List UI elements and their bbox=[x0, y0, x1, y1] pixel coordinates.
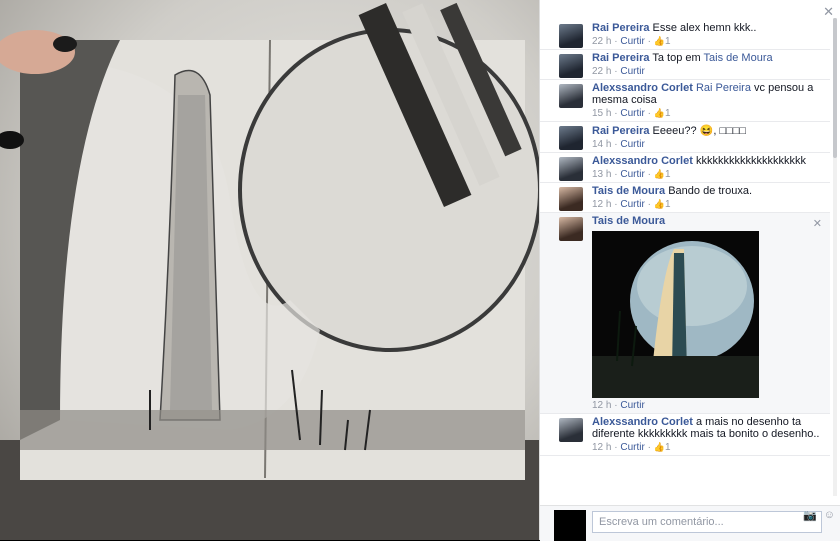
attached-photo[interactable] bbox=[592, 231, 759, 398]
comment-meta: 12 h · Curtir · 👍1 bbox=[592, 442, 824, 453]
like-link[interactable]: Curtir bbox=[620, 199, 644, 210]
separator: · bbox=[614, 442, 618, 453]
separator: · bbox=[614, 36, 618, 47]
comment-mention[interactable]: Tais de Moura bbox=[704, 52, 773, 64]
avatar[interactable] bbox=[559, 24, 583, 48]
camera-icon[interactable]: 📷 bbox=[803, 509, 817, 522]
thumbs-up-icon[interactable]: 👍 bbox=[654, 108, 665, 119]
like-count[interactable]: 1 bbox=[665, 36, 671, 47]
avatar bbox=[554, 510, 586, 541]
comment-meta: 15 h · Curtir · 👍1 bbox=[592, 108, 824, 119]
comment-author[interactable]: Rai Pereira bbox=[592, 52, 649, 64]
comment-author[interactable]: Alexssandro Corlet bbox=[592, 155, 693, 167]
comment-author[interactable]: Tais de Moura bbox=[592, 185, 665, 197]
remove-comment-icon[interactable]: ✕ bbox=[813, 217, 822, 230]
attached-photo-drawing bbox=[592, 241, 759, 398]
comment-time[interactable]: 22 h bbox=[592, 36, 611, 47]
comment-time[interactable]: 15 h bbox=[592, 108, 611, 119]
comment-author[interactable]: Tais de Moura bbox=[592, 215, 665, 227]
comment-input-placeholder: Escreva um comentário... bbox=[599, 516, 724, 528]
scrollbar[interactable] bbox=[833, 18, 837, 496]
separator: · bbox=[614, 139, 618, 150]
comment-time[interactable]: 12 h bbox=[592, 442, 611, 453]
avatar[interactable] bbox=[559, 217, 583, 241]
thumbs-up-icon[interactable]: 👍 bbox=[654, 442, 665, 453]
avatar[interactable] bbox=[559, 84, 583, 108]
like-count[interactable]: 1 bbox=[665, 108, 671, 119]
like-link[interactable]: Curtir bbox=[620, 442, 644, 453]
comment: Tais de Moura Bando de trouxa. 12 h · Cu… bbox=[540, 183, 830, 213]
separator: · bbox=[647, 199, 651, 210]
comment-with-photo: ✕ Tais de Moura 12 h · Curtir bbox=[540, 213, 830, 414]
comment-input[interactable]: Escreva um comentário... bbox=[592, 511, 822, 533]
comment-text: Bando de trouxa. bbox=[668, 185, 753, 197]
comment-meta: 14 h · Curtir bbox=[592, 139, 824, 150]
comment-mention[interactable]: Rai Pereira bbox=[696, 82, 751, 94]
comment-time[interactable]: 12 h bbox=[592, 400, 611, 411]
like-link[interactable]: Curtir bbox=[620, 139, 644, 150]
like-count[interactable]: 1 bbox=[665, 169, 671, 180]
comment-author[interactable]: Alexssandro Corlet bbox=[592, 416, 693, 428]
comment-time[interactable]: 13 h bbox=[592, 169, 611, 180]
like-link[interactable]: Curtir bbox=[620, 36, 644, 47]
comment-author[interactable]: Rai Pereira bbox=[592, 22, 649, 34]
separator: · bbox=[647, 169, 651, 180]
comment-text: Ta top em bbox=[652, 52, 704, 64]
comment-meta: 13 h · Curtir · 👍1 bbox=[592, 169, 824, 180]
comment-list: Rai Pereira Esse alex hemn kkk.. 22 h · … bbox=[540, 20, 830, 456]
comment: Alexssandro Corlet Rai Pereira vc pensou… bbox=[540, 80, 830, 122]
comment: Alexssandro Corlet kkkkkkkkkkkkkkkkkkkk … bbox=[540, 153, 830, 183]
separator: · bbox=[614, 169, 618, 180]
comment-meta: 22 h · Curtir · 👍1 bbox=[592, 36, 824, 47]
comment-time[interactable]: 22 h bbox=[592, 66, 611, 77]
separator: · bbox=[647, 36, 651, 47]
comment-time[interactable]: 14 h bbox=[592, 139, 611, 150]
thumbs-up-icon[interactable]: 👍 bbox=[654, 36, 665, 47]
comment: Rai Pereira Ta top em Tais de Moura 22 h… bbox=[540, 50, 830, 80]
photo-viewer: ✕ Rai Pereira Esse alex hemn kkk.. 22 h … bbox=[0, 0, 840, 541]
comment-meta: 22 h · Curtir bbox=[592, 66, 824, 77]
avatar[interactable] bbox=[559, 157, 583, 181]
avatar[interactable] bbox=[559, 126, 583, 150]
separator: · bbox=[614, 108, 618, 119]
avatar[interactable] bbox=[559, 187, 583, 211]
like-link[interactable]: Curtir bbox=[620, 169, 644, 180]
separator: · bbox=[647, 442, 651, 453]
separator: · bbox=[614, 199, 618, 210]
like-link[interactable]: Curtir bbox=[620, 108, 644, 119]
like-count[interactable]: 1 bbox=[665, 442, 671, 453]
scrollbar-thumb[interactable] bbox=[833, 18, 837, 158]
sketch-photo[interactable] bbox=[0, 0, 539, 540]
comment: Alexssandro Corlet a mais no desenho ta … bbox=[540, 414, 830, 456]
like-link[interactable]: Curtir bbox=[620, 400, 644, 411]
comment: Rai Pereira Esse alex hemn kkk.. 22 h · … bbox=[540, 20, 830, 50]
comment-author[interactable]: Alexssandro Corlet bbox=[592, 82, 693, 94]
comment-meta: 12 h · Curtir · 👍1 bbox=[592, 199, 824, 210]
separator: · bbox=[614, 400, 618, 411]
separator: · bbox=[614, 66, 618, 77]
avatar[interactable] bbox=[559, 418, 583, 442]
avatar[interactable] bbox=[559, 54, 583, 78]
sketch-drawing bbox=[0, 2, 539, 540]
thumbs-up-icon[interactable]: 👍 bbox=[654, 199, 665, 210]
like-count[interactable]: 1 bbox=[665, 199, 671, 210]
comment-text: Eeeeu?? 😆, □□□□ bbox=[652, 125, 747, 137]
comment-text: kkkkkkkkkkkkkkkkkkkk bbox=[695, 155, 806, 167]
comment-author[interactable]: Rai Pereira bbox=[592, 125, 649, 137]
comment-meta: 12 h · Curtir bbox=[592, 400, 824, 411]
emoji-icon[interactable]: ☺ bbox=[824, 509, 835, 521]
comment-time[interactable]: 12 h bbox=[592, 199, 611, 210]
like-link[interactable]: Curtir bbox=[620, 66, 644, 77]
separator: · bbox=[647, 108, 651, 119]
comment: Rai Pereira Eeeeu?? 😆, □□□□ 14 h · Curti… bbox=[540, 122, 830, 153]
comment-text: Esse alex hemn kkk.. bbox=[652, 22, 757, 34]
reply-bar: Escreva um comentário... 📷 ☺ bbox=[540, 505, 840, 541]
comments-panel: ✕ Rai Pereira Esse alex hemn kkk.. 22 h … bbox=[539, 0, 840, 541]
thumbs-up-icon[interactable]: 👍 bbox=[654, 169, 665, 180]
